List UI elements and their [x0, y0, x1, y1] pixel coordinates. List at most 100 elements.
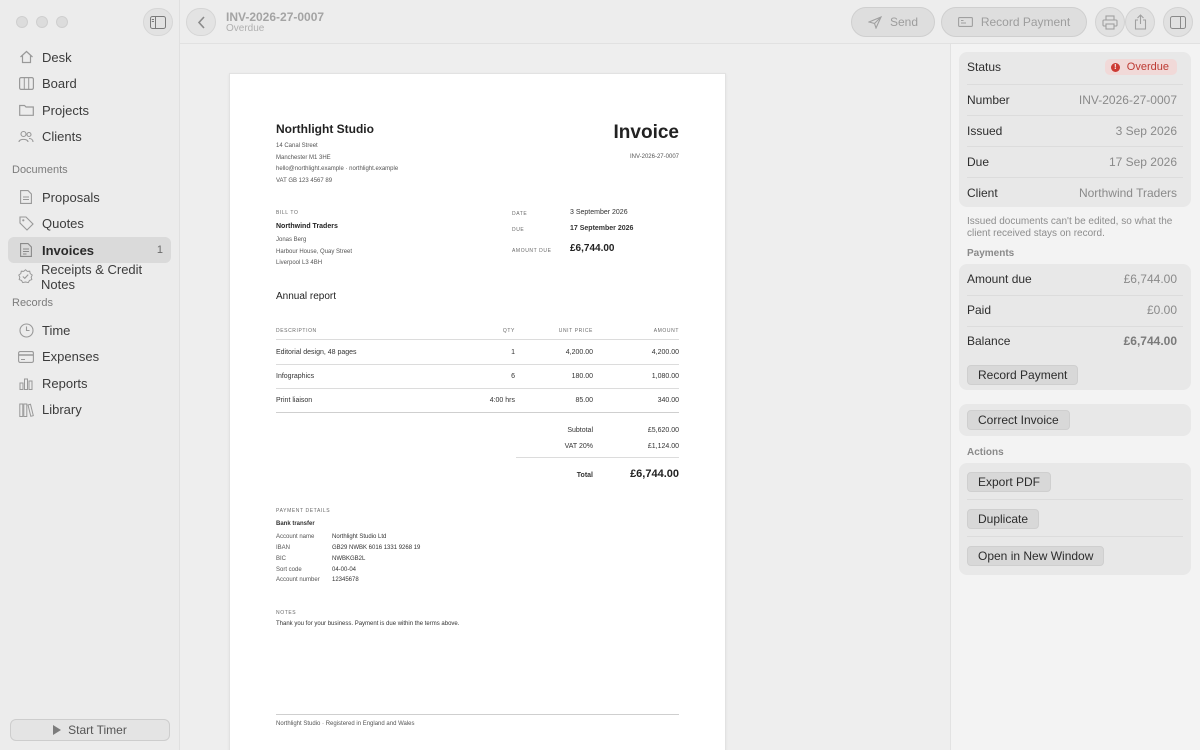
vat-value: £1,124.00	[647, 443, 679, 450]
issued-row: Issued 3 Sep 2026	[959, 116, 1185, 146]
footer-text: Northlight Studio · Registered in Englan…	[276, 721, 415, 727]
column-header-unit-price: UNIT PRICE	[558, 328, 593, 334]
invoice-heading: Invoice	[613, 122, 679, 143]
bill-to-address-line: Jonas Berg	[276, 237, 307, 243]
client-value: Northwind Traders	[1078, 186, 1177, 200]
sidebar-item-reports[interactable]: Reports	[8, 370, 171, 396]
invoice-amount-due: £6,744.00	[570, 243, 615, 254]
total-label: Total	[576, 472, 593, 479]
project-title: Annual report	[276, 291, 337, 302]
payment-field-value: NWBKGB2L	[332, 556, 366, 562]
minimize-window-button[interactable]	[36, 16, 48, 28]
window-controls	[16, 16, 68, 28]
date-label: DATE	[512, 211, 528, 217]
due-label: Due	[967, 155, 990, 169]
payment-field-label: Sort code	[276, 567, 302, 573]
inspector-panel-icon	[1170, 15, 1186, 29]
zoom-window-button[interactable]	[56, 16, 68, 28]
house-icon	[18, 49, 34, 65]
records-nav: Records Time Expenses Reports Library	[8, 293, 171, 423]
document-icon	[18, 189, 34, 205]
sidebar-item-projects[interactable]: Projects	[8, 97, 171, 123]
company-name: Northlight Studio	[276, 122, 374, 136]
bar-chart-icon	[18, 375, 34, 391]
correct-invoice-button[interactable]: Correct Invoice	[967, 410, 1070, 430]
sidebar-item-label: Library	[42, 402, 82, 418]
amount-due-value: £6,744.00	[1123, 272, 1177, 286]
checkmark-badge-icon	[18, 269, 33, 285]
payment-field-label: IBAN	[276, 545, 291, 551]
sidebar-item-clients[interactable]: Clients	[8, 124, 171, 150]
column-header-description: DESCRIPTION	[276, 328, 317, 334]
paid-label: Paid	[967, 303, 992, 317]
sidebar-item-label: Clients	[42, 129, 82, 145]
printer-icon	[1102, 14, 1118, 30]
documents-nav: Documents Proposals Quotes Invoices 1 Re…	[8, 160, 171, 292]
sidebar-item-invoices[interactable]: Invoices 1	[8, 237, 171, 264]
sidebar-item-time[interactable]: Time	[8, 317, 171, 343]
record-payment-toolbar-button[interactable]: Record Payment	[941, 7, 1087, 37]
share-button[interactable]	[1125, 7, 1155, 37]
balance-value: £6,744.00	[1123, 334, 1177, 348]
sidebar-item-board[interactable]: Board	[8, 71, 171, 97]
invoice-date: 3 September 2026	[570, 209, 628, 216]
totals-divider	[516, 457, 679, 458]
sidebar-item-library[interactable]: Library	[8, 397, 171, 423]
company-contact-line: hello@northlight.example · northlight.ex…	[276, 166, 399, 172]
client-label: Client	[967, 186, 998, 200]
send-button[interactable]: Send	[851, 7, 935, 37]
payment-field-label: BIC	[276, 556, 287, 562]
sidebar-item-label: Invoices	[42, 242, 95, 258]
number-label: Number	[967, 93, 1010, 107]
inspector-toggle-button[interactable]	[1163, 7, 1193, 37]
vat-label: VAT 20%	[564, 443, 593, 450]
company-address-line: 14 Canal Street	[276, 143, 318, 149]
sidebar-item-desk[interactable]: Desk	[8, 44, 171, 70]
line-item-unit-price: 180.00	[571, 373, 593, 380]
invoice-page: Northlight Studio 14 Canal Street Manche…	[229, 73, 726, 750]
sidebar-item-quotes[interactable]: Quotes	[8, 211, 171, 237]
back-button[interactable]	[186, 8, 216, 36]
line-item-description: Editorial design, 48 pages	[276, 349, 357, 356]
inspector-panel: Status ! Overdue Number INV-2026-27-0007…	[950, 44, 1200, 750]
payment-field-value: Northlight Studio Ltd	[332, 534, 387, 540]
payment-details-label: PAYMENT DETAILS	[276, 508, 331, 514]
print-button[interactable]	[1095, 7, 1125, 37]
duplicate-button[interactable]: Duplicate	[967, 509, 1040, 529]
chevron-left-icon	[197, 15, 205, 29]
tag-icon	[18, 216, 34, 232]
record-payment-label: Record Payment	[980, 15, 1071, 29]
board-icon	[18, 76, 34, 92]
start-timer-button[interactable]: Start Timer	[10, 719, 170, 741]
line-item-unit-price: 4,200.00	[565, 349, 593, 356]
client-row[interactable]: Client Northwind Traders	[959, 178, 1185, 208]
sidebar-toggle-button[interactable]	[143, 8, 173, 36]
record-payment-button[interactable]: Record Payment	[967, 365, 1079, 385]
bill-to-address-line: Liverpool L3 4BH	[276, 260, 323, 266]
open-in-new-window-button[interactable]: Open in New Window	[967, 546, 1105, 566]
payment-field-value: 12345678	[332, 577, 359, 583]
share-icon	[1134, 14, 1146, 30]
sidebar: Desk Board Projects Clients Documents Pr…	[0, 0, 180, 750]
row-divider	[967, 499, 1183, 500]
close-window-button[interactable]	[16, 16, 28, 28]
sidebar-item-expenses[interactable]: Expenses	[8, 344, 171, 370]
company-vat-line: VAT GB 123 4567 89	[276, 178, 333, 184]
company-address-line: Manchester M1 3HE	[276, 154, 331, 161]
paid-value: £0.00	[1146, 303, 1177, 317]
line-item-description: Print liaison	[276, 397, 313, 404]
payments-section-label: Payments	[967, 248, 1015, 259]
paper-plane-icon	[867, 15, 882, 29]
sidebar-item-proposals[interactable]: Proposals	[8, 184, 171, 210]
export-pdf-button[interactable]: Export PDF	[967, 472, 1052, 492]
invoice-count-badge: 1	[156, 244, 163, 257]
issued-value: 3 Sep 2026	[1115, 124, 1177, 138]
sidebar-item-label: Projects	[42, 102, 89, 118]
amount-due-label: Amount due	[967, 272, 1032, 286]
alert-icon: !	[1110, 62, 1120, 72]
sidebar-item-receipts-credit-notes[interactable]: Receipts & Credit Notes	[8, 261, 171, 292]
sidebar-item-label: Receipts & Credit Notes	[41, 261, 143, 292]
bill-to-address-line: Harbour House, Quay Street	[276, 249, 353, 255]
invoice-number: INV-2026-27-0007	[629, 154, 679, 160]
status-label: Status	[967, 60, 1002, 74]
